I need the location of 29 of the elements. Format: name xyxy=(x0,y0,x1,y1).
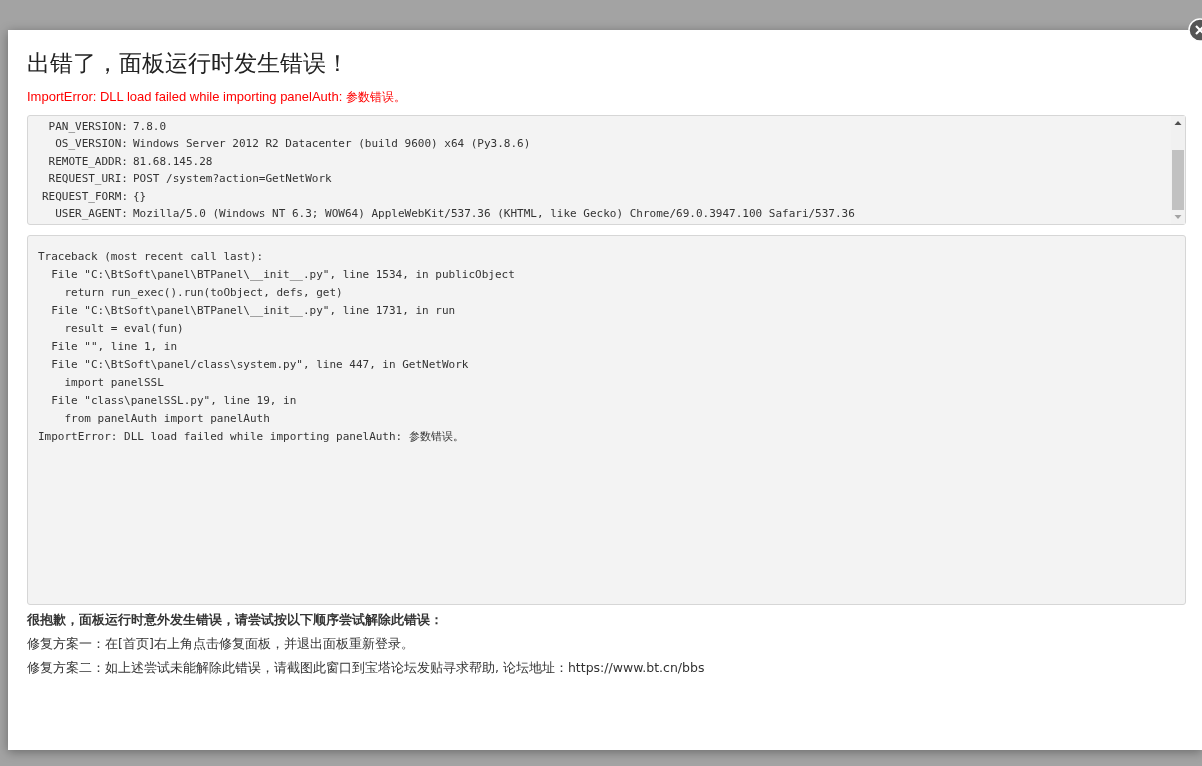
traceback-line: result = eval(fun) xyxy=(63,321,184,337)
env-value: 81.68.145.28 xyxy=(132,153,213,170)
scrollbar-drawing[interactable] xyxy=(1171,116,1185,224)
env-key: USER_AGENT: xyxy=(36,205,128,223)
env-key: OS_VERSION: xyxy=(36,135,128,153)
traceback-line: return run_exec().run(toObject, defs, get) xyxy=(63,285,343,301)
help-heading: 很抱歉，面板运行时意外发生错误，请尝试按以下顺序尝试解除此错误： xyxy=(27,611,444,629)
traceback-line: File "", line 1, in xyxy=(50,339,178,355)
env-key: REQUEST_FORM: xyxy=(36,187,128,205)
env-key: REQUEST_URI: xyxy=(36,170,128,188)
traceback-line: ImportError: DLL load failed while importing panelAuth: 参数错误。 xyxy=(38,429,464,445)
traceback-line: import panelSSL xyxy=(63,375,164,391)
env-key: PAN_VERSION: xyxy=(36,117,128,135)
env-value: 7.8.0 xyxy=(132,118,167,135)
env-value: POST /system?action=GetNetWork xyxy=(132,171,332,187)
help-step: 修复方案一：在[首页]右上角点击修复面板，并退出面板重新登录。 xyxy=(27,635,1186,653)
env-value: Mozilla/5.0 (Windows NT 6.3; WOW64) AppleWebKit/537.36 (KHTML, like Gecko) Chrome/69.0.3947.100 Safari/537.36 xyxy=(132,206,855,222)
traceback-line: from panelAuth import panelAuth xyxy=(63,411,270,427)
dialog-title: 出错了，面板运行时发生错误！ xyxy=(27,49,350,78)
traceback-line: File "C:\BtSoft\panel\BTPanel\__init__.py", line 1534, in publicObject xyxy=(50,267,515,283)
traceback-line: File "C:\BtSoft\panel/class\system.py", line 447, in GetNetWork xyxy=(50,357,469,373)
env-key: REMOTE_ADDR: xyxy=(36,152,128,170)
env-value: {} xyxy=(132,188,147,205)
traceback-line: Traceback (most recent call last): xyxy=(38,249,264,265)
traceback-line: File "class\panelSSL.py", line 19, in xyxy=(50,393,297,409)
env-value: Windows Server 2012 R2 Datacenter (build 9600) x64 (Py3.8.6) xyxy=(132,136,531,152)
traceback-line: File "C:\BtSoft\panel\BTPanel\__init__.py", line 1731, in run xyxy=(50,303,456,319)
error-summary: ImportError: DLL load failed while importing panelAuth: 参数错误。 xyxy=(27,89,407,106)
help-step: 修复方案二：如上述尝试未能解除此错误，请截图此窗口到宝塔论坛发贴寻求帮助, 论坛地址：https://www.bt.cn/bbs xyxy=(27,659,1186,677)
